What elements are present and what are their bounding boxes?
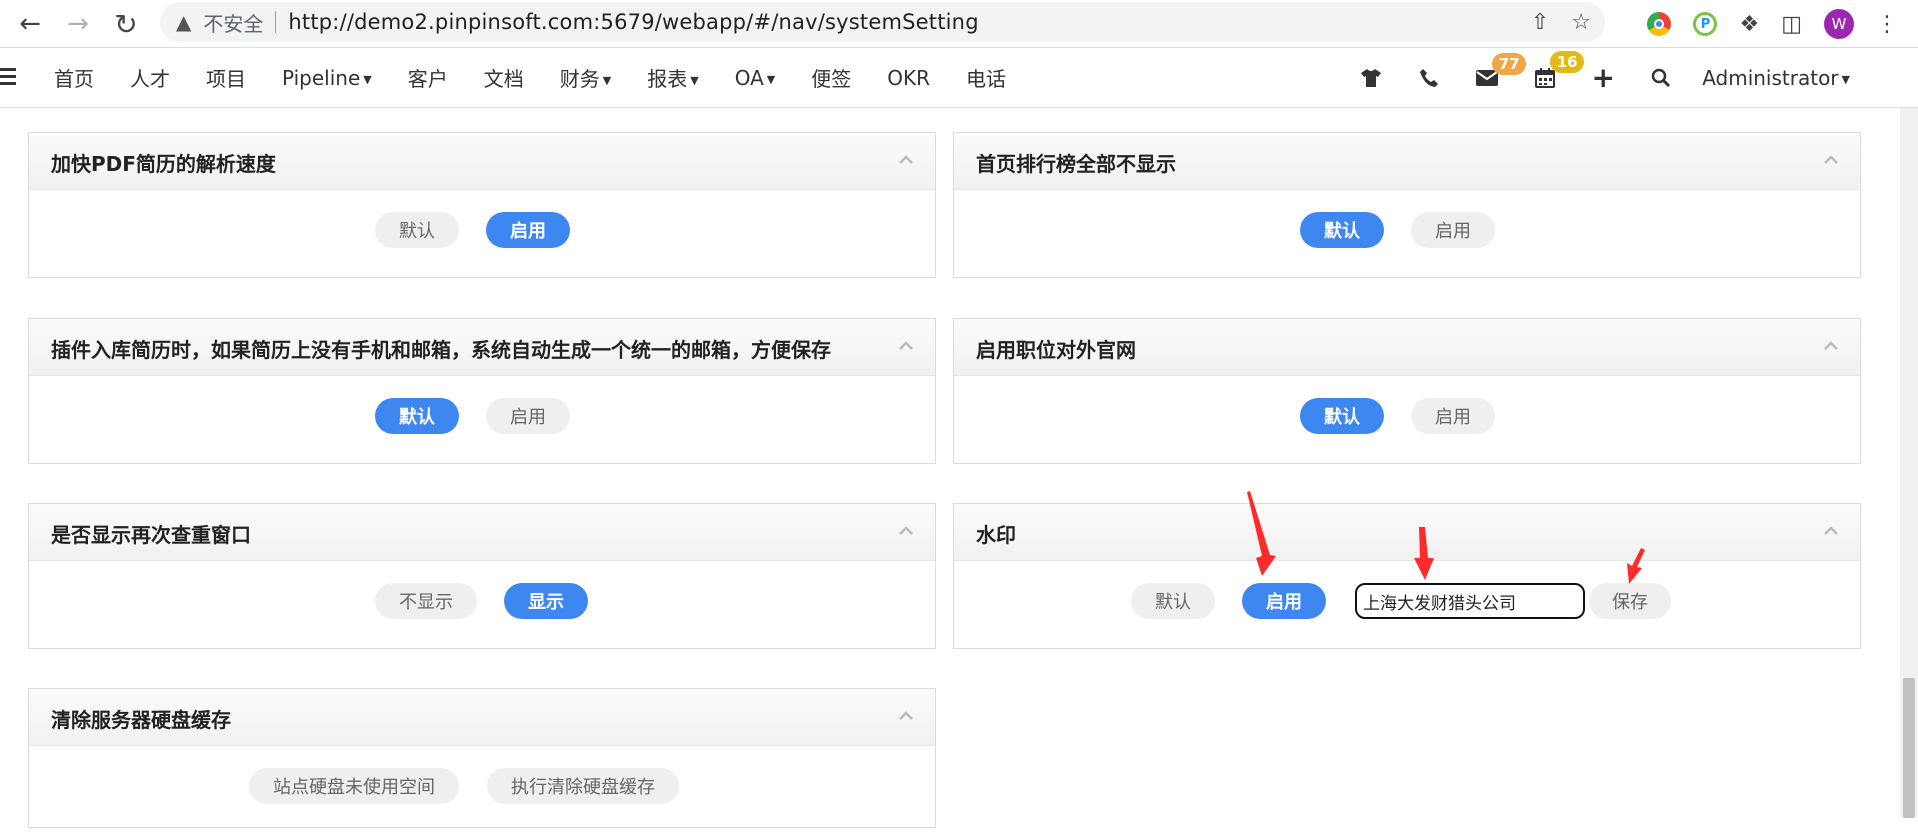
chevron-down-icon: ▼ (1841, 72, 1850, 86)
nav-item-4[interactable]: 客户 (408, 63, 448, 92)
nav-item-8[interactable]: OA ▼ (735, 66, 776, 90)
url-text[interactable]: http://demo2.pinpinsoft.com:5679/webapp/… (288, 10, 978, 34)
user-menu[interactable]: Administrator ▼ (1702, 66, 1850, 90)
chrome-extension-icon[interactable] (1647, 12, 1672, 36)
option-default-button[interactable]: 默认 (1131, 583, 1215, 619)
nav-item-7[interactable]: 报表 ▼ (647, 63, 698, 92)
setting-plugin-email: 插件入库简历时，如果简历上没有手机和邮箱，系统自动生成一个统一的邮箱，方便保存 … (28, 318, 936, 464)
setting-title: 首页排行榜全部不显示 (976, 152, 1176, 176)
nav-item-label: Pipeline (282, 65, 361, 90)
nav-item-1[interactable]: 人才 (130, 63, 170, 92)
chevron-down-icon: ▼ (766, 72, 776, 86)
security-status: 不安全 (203, 11, 264, 36)
setting-title: 水印 (976, 523, 1016, 547)
nav-item-6[interactable]: 财务 ▼ (560, 63, 611, 92)
warning-triangle-icon: ▲ (176, 10, 192, 34)
chevron-up-icon[interactable] (899, 153, 913, 167)
nav-item-label: 财务 (559, 67, 600, 91)
nav-item-label: 文档 (483, 67, 524, 91)
address-divider (275, 11, 277, 33)
nav-item-label: 客户 (407, 67, 448, 91)
save-button[interactable]: 保存 (1589, 583, 1671, 619)
setting-title: 清除服务器硬盘缓存 (51, 708, 231, 732)
kebab-menu-icon[interactable]: ⋮ (1876, 12, 1898, 37)
nav-item-11[interactable]: 电话 (966, 63, 1006, 92)
chevron-up-icon[interactable] (899, 339, 913, 353)
share-icon[interactable]: ⇧ (1531, 10, 1549, 35)
side-panel-icon[interactable]: ◫ (1781, 12, 1802, 37)
option-enable-button[interactable]: 启用 (1411, 398, 1495, 434)
option-hide-button[interactable]: 不显示 (375, 583, 477, 619)
nav-item-label: 便签 (811, 67, 852, 91)
chevron-down-icon: ▼ (602, 74, 612, 87)
nav-item-label: 项目 (206, 67, 246, 91)
chevron-up-icon[interactable] (1824, 524, 1838, 538)
setting-title: 加快PDF简历的解析速度 (51, 152, 276, 176)
nav-item-label: 人才 (130, 67, 170, 91)
nav-item-2[interactable]: 项目 (206, 63, 246, 92)
option-show-button[interactable]: 显示 (504, 583, 588, 619)
chevron-up-icon[interactable] (1824, 339, 1838, 353)
chevron-down-icon: ▼ (690, 74, 699, 87)
option-enable-button[interactable]: 启用 (1242, 583, 1326, 619)
app-navbar: 首页 人才 项目 Pipeline ▼ 客户 文档 财务 ▼ 报表 ▼ OA ▼ 便签 OKR 电话 77 1… (0, 48, 1918, 108)
setting-title: 是否显示再次查重窗口 (51, 523, 251, 547)
profile-avatar[interactable]: W (1824, 9, 1854, 39)
nav-item-3[interactable]: Pipeline ▼ (282, 66, 372, 90)
main-menu: 首页 人才 项目 Pipeline ▼ 客户 文档 财务 ▼ 报表 ▼ OA ▼ 便签 OKR 电话 (54, 48, 1042, 107)
nav-item-label: 电话 (966, 67, 1006, 91)
setting-hide-ranking: 首页排行榜全部不显示 默认 启用 (953, 132, 1861, 278)
option-default-button[interactable]: 默认 (1300, 398, 1384, 434)
setting-job-website: 启用职位对外官网 默认 启用 (953, 318, 1861, 464)
clear-disk-cache-button[interactable]: 执行清除硬盘缓存 (487, 768, 679, 804)
option-enable-button[interactable]: 启用 (486, 212, 570, 248)
option-enable-button[interactable]: 启用 (486, 398, 570, 434)
option-enable-button[interactable]: 启用 (1411, 212, 1495, 248)
bookmark-star-icon[interactable]: ☆ (1571, 10, 1591, 35)
search-icon[interactable] (1632, 68, 1690, 88)
scrollbar-thumb[interactable] (1903, 678, 1915, 818)
setting-disk-cache: 清除服务器硬盘缓存 站点硬盘未使用空间 执行清除硬盘缓存 (28, 688, 936, 828)
browser-toolbar: ← → ↻ ▲ 不安全 http://demo2.pinpinsoft.com:… (0, 0, 1918, 48)
setting-title: 插件入库简历时，如果简历上没有手机和邮箱，系统自动生成一个统一的邮箱，方便保存 (51, 338, 831, 362)
tshirt-icon[interactable] (1342, 68, 1400, 88)
option-default-button[interactable]: 默认 (375, 398, 459, 434)
nav-item-label: OKR (887, 65, 930, 90)
mail-icon[interactable]: 77 (1458, 52, 1527, 87)
nav-item-0[interactable]: 首页 (54, 63, 94, 92)
chevron-up-icon[interactable] (1824, 153, 1838, 167)
chevron-up-icon[interactable] (899, 709, 913, 723)
p-extension-icon[interactable]: P (1693, 12, 1718, 36)
plus-icon[interactable]: + (1574, 61, 1632, 94)
nav-item-9[interactable]: 便签 (811, 63, 851, 92)
setting-recheck-window: 是否显示再次查重窗口 不显示 显示 (28, 503, 936, 649)
phone-icon[interactable] (1400, 68, 1458, 88)
calendar-icon[interactable]: 16 (1516, 50, 1585, 89)
option-default-button[interactable]: 默认 (375, 212, 459, 248)
reload-icon[interactable]: ↻ (108, 6, 144, 42)
chevron-up-icon[interactable] (899, 524, 913, 538)
nav-item-10[interactable]: OKR (887, 66, 930, 90)
nav-item-5[interactable]: 文档 (484, 63, 524, 92)
chevron-down-icon: ▼ (363, 72, 372, 86)
hamburger-menu-icon[interactable] (0, 68, 16, 86)
nav-item-label: 首页 (54, 67, 94, 91)
disk-free-space-button[interactable]: 站点硬盘未使用空间 (249, 768, 459, 804)
address-bar[interactable]: ▲ 不安全 http://demo2.pinpinsoft.com:5679/w… (160, 2, 1605, 42)
forward-arrow-icon[interactable]: → (60, 6, 96, 42)
option-default-button[interactable]: 默认 (1300, 212, 1384, 248)
puzzle-extensions-icon[interactable]: ❖ (1739, 12, 1759, 37)
back-arrow-icon[interactable]: ← (12, 6, 48, 42)
nav-item-label: 报表 (647, 67, 688, 91)
setting-pdf-speed: 加快PDF简历的解析速度 默认 启用 (28, 132, 936, 278)
setting-watermark: 水印 默认 启用 保存 (953, 503, 1861, 649)
setting-title: 启用职位对外官网 (976, 338, 1136, 362)
watermark-text-input[interactable] (1355, 583, 1585, 619)
nav-item-label: OA (734, 65, 764, 90)
